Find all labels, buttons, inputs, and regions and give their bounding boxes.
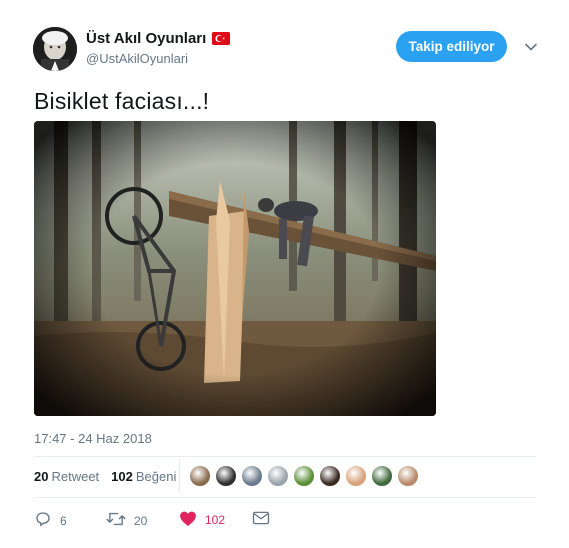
liker-avatars [189,465,423,487]
avatar[interactable] [33,27,77,71]
envelope-icon [252,510,270,529]
tweet-text: Bisiklet faciası...! [34,88,210,114]
tweet-actions: 6 20 102 [34,510,334,532]
reply-button[interactable]: 6 [34,510,67,531]
liker-avatar[interactable] [267,465,289,487]
liker-avatar[interactable] [215,465,237,487]
liker-avatar[interactable] [345,465,367,487]
photo-broken-tree-bicycle [34,121,436,416]
author-handle[interactable]: @UstAkilOyunlari [86,51,188,66]
tweet-stats: 20 Retweet 102 Beğeni [34,469,188,484]
reply-count: 6 [60,513,67,528]
liker-avatar[interactable] [319,465,341,487]
like-button[interactable]: 102 [179,510,225,530]
likes-stat-count: 102 [111,469,133,484]
retweet-icon [106,510,126,531]
tweet-photo[interactable] [34,121,436,416]
like-count: 102 [205,513,226,527]
liker-avatar[interactable] [189,465,211,487]
author-name[interactable]: Üst Akıl Oyunları [86,30,206,47]
liker-avatar[interactable] [397,465,419,487]
heart-icon [179,510,197,530]
direct-message-button[interactable] [252,510,270,529]
author-name-row[interactable]: Üst Akıl Oyunları [86,30,231,47]
divider [34,497,536,498]
retweet-stat[interactable]: 20 Retweet [34,469,99,484]
following-button[interactable]: Takip ediliyor [396,31,507,62]
liker-avatar[interactable] [371,465,393,487]
retweet-stat-label: Retweet [51,469,100,484]
stats-separator [179,459,180,494]
liker-avatar[interactable] [241,465,263,487]
turkey-flag-icon [212,32,231,45]
avatar-image [33,27,77,71]
likes-stat[interactable]: 102 Beğeni [111,469,176,484]
reply-icon [34,510,52,531]
liker-avatar[interactable] [293,465,315,487]
tweet-timestamp[interactable]: 17:47 - 24 Haz 2018 [34,431,152,446]
retweet-count: 20 [134,513,148,528]
chevron-down-icon[interactable] [524,40,538,54]
divider [34,456,536,457]
likes-stat-label: Beğeni [135,469,177,484]
retweet-button[interactable]: 20 [106,510,147,531]
retweet-stat-count: 20 [34,469,49,484]
